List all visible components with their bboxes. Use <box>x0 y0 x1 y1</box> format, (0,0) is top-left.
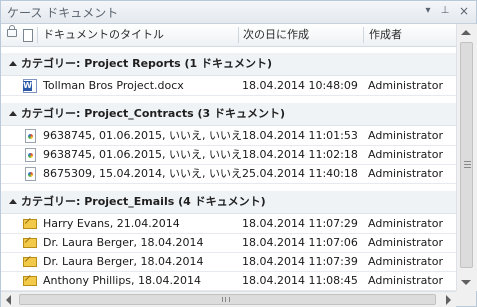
document-title: Dr. Laura Berger, 18.04.2014 <box>43 236 204 249</box>
table-row[interactable]: 9638745, 01.06.2015, いいえ, いいえ 18.04.2014… <box>1 146 456 165</box>
close-icon[interactable]: × <box>457 4 471 18</box>
horizontal-scroll-thumb[interactable] <box>19 294 436 305</box>
column-header-row: ドキュメントのタイトル 次の日に作成 作成者 <box>1 24 456 47</box>
table-row[interactable]: 9638745, 01.06.2015, いいえ, いいえ 18.04.2014… <box>1 127 456 146</box>
group-label: カテゴリー: Project_Emails (4 ドキュメント) <box>21 195 266 208</box>
vertical-scrollbar[interactable] <box>456 24 477 291</box>
scroll-left-arrow-icon[interactable] <box>6 295 11 305</box>
created-date: 18.04.2014 11:07:39 <box>242 255 358 268</box>
created-date: 25.04.2014 11:40:18 <box>242 167 358 180</box>
envelope-icon <box>23 276 37 286</box>
document-type-icon[interactable] <box>23 29 33 42</box>
scroll-up-arrow-icon[interactable] <box>461 30 471 35</box>
table-row[interactable]: Dr. Laura Berger, 18.04.2014 18.04.2014 … <box>1 253 456 272</box>
lock-icon[interactable] <box>7 25 17 37</box>
document-title: 9638745, 01.06.2015, いいえ, いいえ <box>43 148 242 161</box>
collapse-arrow-icon[interactable] <box>9 111 17 116</box>
case-documents-panel: ケース ドキュメント ▾ ⊥ × ドキュメントのタイトル 次の日に作成 作成者 … <box>0 0 477 307</box>
panel-title-bar: ケース ドキュメント ▾ ⊥ × <box>1 1 476 24</box>
envelope-icon <box>23 238 37 248</box>
document-title: Anthony Phillips, 18.04.2014 <box>43 274 202 287</box>
grip-icon <box>464 161 471 168</box>
author: Administrator <box>368 217 443 230</box>
envelope-icon <box>23 257 37 267</box>
column-separator[interactable] <box>37 27 38 43</box>
table-row[interactable]: Dr. Laura Berger, 18.04.2014 18.04.2014 … <box>1 234 456 253</box>
scroll-right-arrow-icon[interactable] <box>446 295 451 305</box>
column-header-title[interactable]: ドキュメントのタイトル <box>43 24 164 46</box>
document-title: 9638745, 01.06.2015, いいえ, いいえ <box>43 129 242 142</box>
image-document-icon <box>25 167 36 181</box>
column-separator[interactable] <box>238 27 239 43</box>
horizontal-scrollbar[interactable] <box>1 291 456 307</box>
group-label: カテゴリー: Project Reports (1 ドキュメント) <box>21 57 273 70</box>
group-label: カテゴリー: Project_Contracts (3 ドキュメント) <box>21 107 286 120</box>
grip-icon <box>222 297 230 302</box>
image-document-icon <box>25 148 36 162</box>
collapse-arrow-icon[interactable] <box>9 61 17 66</box>
envelope-icon <box>23 219 37 229</box>
group-header[interactable]: カテゴリー: Project_Contracts (3 ドキュメント) <box>1 103 456 126</box>
word-document-icon <box>23 79 37 93</box>
panel-menu-icon[interactable]: ▾ <box>421 4 435 18</box>
author: Administrator <box>368 129 443 142</box>
table-row[interactable]: Anthony Phillips, 18.04.2014 18.04.2014 … <box>1 272 456 291</box>
author: Administrator <box>368 255 443 268</box>
column-header-date[interactable]: 次の日に作成 <box>243 24 309 46</box>
collapse-arrow-icon[interactable] <box>9 199 17 204</box>
group-header[interactable]: カテゴリー: Project_Emails (4 ドキュメント) <box>1 191 456 214</box>
column-separator[interactable] <box>363 27 364 43</box>
created-date: 18.04.2014 11:08:45 <box>242 274 358 287</box>
author: Administrator <box>368 274 443 287</box>
author: Administrator <box>368 79 443 92</box>
table-row[interactable]: 8675309, 15.04.2014, いいえ, いいえ 25.04.2014… <box>1 165 456 184</box>
document-title: Tollman Bros Project.docx <box>43 79 184 92</box>
document-title: 8675309, 15.04.2014, いいえ, いいえ <box>43 167 242 180</box>
created-date: 18.04.2014 10:48:09 <box>242 79 358 92</box>
table-row[interactable]: Tollman Bros Project.docx 18.04.2014 10:… <box>1 77 456 96</box>
group-header[interactable]: カテゴリー: Project Reports (1 ドキュメント) <box>1 53 456 76</box>
author: Administrator <box>368 148 443 161</box>
created-date: 18.04.2014 11:07:06 <box>242 236 358 249</box>
author: Administrator <box>368 167 443 180</box>
document-title: Harry Evans, 21.04.2014 <box>43 217 180 230</box>
document-title: Dr. Laura Berger, 18.04.2014 <box>43 255 204 268</box>
scrollbar-corner <box>456 291 476 306</box>
created-date: 18.04.2014 11:01:53 <box>242 129 358 142</box>
image-document-icon <box>25 129 36 143</box>
created-date: 18.04.2014 11:07:29 <box>242 217 358 230</box>
author: Administrator <box>368 236 443 249</box>
column-header-author[interactable]: 作成者 <box>369 24 402 46</box>
document-grid: カテゴリー: Project Reports (1 ドキュメント) Tollma… <box>1 47 456 291</box>
pin-icon[interactable]: ⊥ <box>438 4 452 18</box>
created-date: 18.04.2014 11:02:18 <box>242 148 358 161</box>
panel-title: ケース ドキュメント <box>7 6 119 20</box>
vertical-scroll-thumb[interactable] <box>460 42 473 268</box>
scroll-down-arrow-icon[interactable] <box>461 280 471 285</box>
table-row[interactable]: Harry Evans, 21.04.2014 18.04.2014 11:07… <box>1 215 456 234</box>
